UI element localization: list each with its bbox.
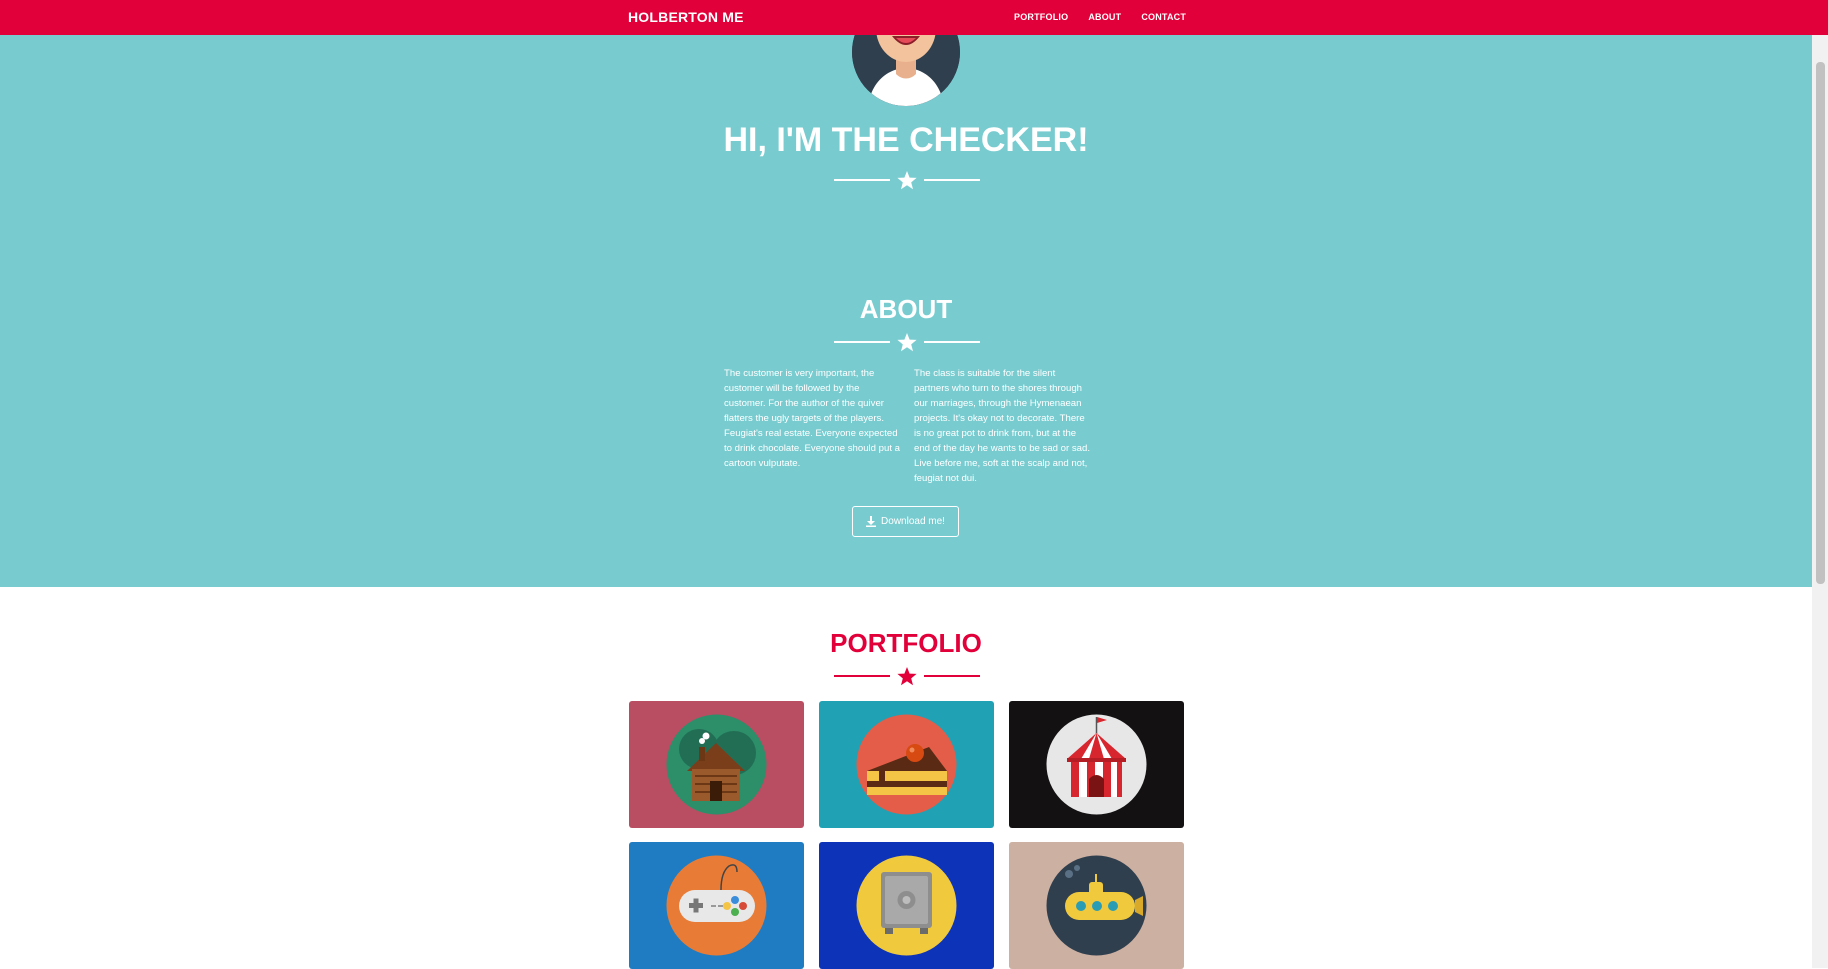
game-controller-icon: [666, 855, 767, 956]
portfolio-item-submarine[interactable]: [1009, 842, 1184, 969]
nav-link-contact[interactable]: CONTACT: [1141, 12, 1186, 22]
portfolio-item-cake[interactable]: [819, 701, 994, 828]
about-title: ABOUT: [859, 294, 953, 324]
scrollbar[interactable]: [1812, 0, 1828, 968]
nav-link-about[interactable]: ABOUT: [1088, 12, 1121, 22]
cabin-icon: [666, 714, 767, 815]
nav-link-portfolio[interactable]: PORTFOLIO: [1014, 12, 1068, 22]
circus-tent-icon: [1046, 714, 1147, 815]
about-paragraph: The customer is very important, the cust…: [724, 368, 900, 469]
star-divider: [834, 667, 980, 686]
star-icon: [897, 667, 917, 686]
submarine-icon: [1046, 855, 1147, 956]
safe-icon: [856, 855, 957, 956]
portfolio-item-game-controller[interactable]: [629, 842, 804, 969]
about-paragraph: The class is suitable for the silent par…: [914, 368, 1091, 484]
download-label: Download me!: [881, 516, 945, 527]
star-icon: [897, 171, 917, 190]
star-divider: [834, 333, 980, 352]
portfolio-item-safe[interactable]: [819, 842, 994, 969]
brand-logo[interactable]: HOLBERTON ME: [628, 9, 744, 25]
star-divider: [834, 171, 980, 190]
hero-section: HI, I'M THE CHECKER! ABOUT The customer …: [0, 0, 1828, 587]
hero-title: HI, I'M THE CHECKER!: [723, 121, 1089, 159]
nav-links: PORTFOLIO ABOUT CONTACT: [1014, 12, 1206, 22]
scrollbar-thumb[interactable]: [1816, 62, 1825, 584]
download-icon: [866, 516, 877, 527]
portfolio-title: PORTFOLIO: [830, 628, 982, 658]
portfolio-item-cabin[interactable]: [629, 701, 804, 828]
navbar: HOLBERTON ME PORTFOLIO ABOUT CONTACT: [0, 0, 1828, 35]
portfolio-item-circus-tent[interactable]: [1009, 701, 1184, 828]
star-icon: [897, 333, 917, 352]
download-button[interactable]: Download me!: [852, 506, 959, 537]
cake-icon: [856, 714, 957, 815]
